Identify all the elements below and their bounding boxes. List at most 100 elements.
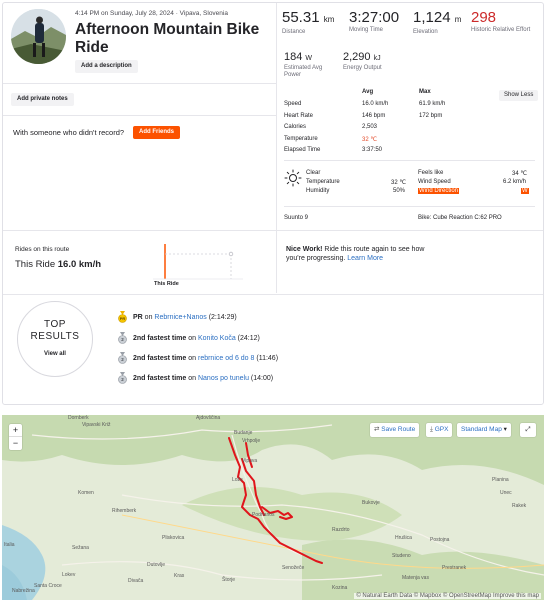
stat-relative-effort[interactable]: 298 Historic Relative Effort xyxy=(471,9,531,34)
row-label: Speed xyxy=(284,101,302,107)
learn-more-link[interactable]: Learn More xyxy=(347,255,383,262)
stat-value: 184 xyxy=(284,51,303,63)
show-less-button[interactable]: Show Less xyxy=(499,90,539,101)
add-friends-button[interactable]: Add Friends xyxy=(133,126,181,139)
map-label: Komen xyxy=(78,490,94,496)
segment-link[interactable]: Nanos po tunelu xyxy=(198,375,249,382)
this-ride-summary: This Ride 16.0 km/h xyxy=(15,259,101,270)
weather-wind-dir: W xyxy=(521,188,529,194)
save-route-button[interactable]: ⇄ Save Route xyxy=(370,423,420,437)
map-style-label: Standard Map xyxy=(461,426,502,433)
weather-feels: 34 ℃ xyxy=(512,171,528,177)
row-avg: 2,503 xyxy=(362,124,378,130)
row-label: Calories xyxy=(284,124,307,130)
stat-label: Distance xyxy=(282,29,306,35)
map-label: Vrhpolje xyxy=(242,438,261,444)
download-icon: ⤓ xyxy=(430,426,433,433)
badge-line2: RESULTS xyxy=(30,331,80,342)
activity-title[interactable]: Afternoon Mountain Bike Ride xyxy=(75,21,271,57)
expand-icon: ⤢ xyxy=(525,426,531,433)
chevron-down-icon: ▾ xyxy=(503,426,507,433)
svg-text:PR: PR xyxy=(120,316,126,321)
divider xyxy=(3,115,276,116)
athlete-photo xyxy=(11,9,66,64)
bike-name[interactable]: Bike: Cube Reaction C:62 PRO xyxy=(418,215,502,221)
table-row: Elapsed Time 3:37:50 xyxy=(284,147,544,159)
stat-unit: km xyxy=(323,15,335,24)
stat-value: 298 xyxy=(471,9,497,26)
map-label: Divača xyxy=(128,578,144,584)
zoom-out-button[interactable]: − xyxy=(9,437,22,450)
data-point xyxy=(228,251,234,257)
map-label: Kozina xyxy=(332,585,348,591)
stat-label: Historic Relative Effort xyxy=(471,27,531,33)
segment-link[interactable]: Konito Koča xyxy=(198,335,236,342)
stat-distance: 55.31 km Distance xyxy=(282,9,334,36)
table-row: Calories 2,503 xyxy=(284,124,544,136)
table-row: Speed 16.0 km/h 61.9 km/h xyxy=(284,101,544,113)
view-all-link[interactable]: View all xyxy=(17,351,93,357)
silver-medal-icon: 2 xyxy=(118,332,127,344)
column-divider xyxy=(276,3,277,293)
weather-temp-label: Temperature xyxy=(306,179,340,185)
zoom-in-button[interactable]: + xyxy=(9,424,22,437)
map-label: Unec xyxy=(500,490,512,496)
device-name: Suunto 9 xyxy=(284,215,309,221)
segment-link[interactable]: rebrnice od 6 do 8 xyxy=(198,355,254,362)
fullscreen-button[interactable]: ⤢ xyxy=(520,423,536,437)
map-label: Lokev xyxy=(62,572,76,578)
gpx-button[interactable]: ⤓ GPX xyxy=(426,423,453,437)
divider xyxy=(284,160,535,161)
map-style-dropdown[interactable]: Standard Map ▾ xyxy=(457,423,511,437)
chart-label: This Ride xyxy=(154,281,179,287)
nice-work-message: Nice Work! Ride this route again to see … xyxy=(286,245,426,263)
row-label: Temperature xyxy=(284,135,318,142)
map-label: Sežana xyxy=(72,545,89,551)
this-ride-label: This Ride xyxy=(15,259,56,270)
map-attribution[interactable]: © Natural Earth Data © Mapbox © OpenStre… xyxy=(354,593,541,599)
route-map[interactable]: Dornberk Ajdovščina Vipavski Križ Budanj… xyxy=(2,415,544,600)
map-canvas xyxy=(2,415,544,600)
map-label: Matenja vas xyxy=(402,575,429,581)
friends-prompt: With someone who didn't record? xyxy=(13,128,125,137)
divider xyxy=(3,83,276,84)
row-max: 172 bpm xyxy=(419,112,443,119)
map-label: Budanje xyxy=(234,430,253,436)
map-label: Razdrto xyxy=(332,527,350,533)
achievement-time: (11:46) xyxy=(254,355,279,362)
achievement-time: (24:12) xyxy=(235,335,260,342)
save-route-icon: ⇄ xyxy=(374,426,380,433)
achievement-type: 2nd fastest time xyxy=(133,375,187,382)
map-label: Hrušica xyxy=(395,535,412,541)
map-label: Ajdovščina xyxy=(196,415,221,421)
map-label: Vipava xyxy=(242,458,258,464)
add-description-button[interactable]: Add a description xyxy=(75,60,138,73)
achievement-time: (14:00) xyxy=(248,375,274,382)
map-label: Studeno xyxy=(392,553,411,559)
map-label: Dornberk xyxy=(68,415,89,421)
avatar[interactable] xyxy=(11,9,66,64)
stat-value: 55.31 xyxy=(282,9,320,26)
add-private-notes-button[interactable]: Add private notes xyxy=(11,93,74,106)
weather-humidity: 50% xyxy=(393,188,406,194)
map-label: Rihemberk xyxy=(112,508,137,514)
weather-condition: Clear xyxy=(306,170,321,176)
stat-energy: 2,290 kJ Energy Output xyxy=(343,51,382,72)
map-label: Rakek xyxy=(512,503,527,509)
stat-unit: m xyxy=(454,15,462,24)
stat-label: Estimated Avg Power xyxy=(284,65,323,78)
divider xyxy=(3,230,543,231)
achievement-type: 2nd fastest time xyxy=(133,355,187,362)
map-label: Štorje xyxy=(222,577,236,583)
map-label: Postojna xyxy=(430,537,450,543)
stat-unit: W xyxy=(305,55,313,62)
table-header-avg: Avg xyxy=(362,89,374,95)
activity-meta: 4:14 PM on Sunday, July 28, 2024 · Vipav… xyxy=(75,10,228,17)
map-label: Kras xyxy=(174,573,185,579)
stat-weighted-power: 184 W Estimated Avg Power xyxy=(284,51,339,79)
table-header-max: Max xyxy=(419,89,431,95)
achievement-joiner: on xyxy=(186,335,198,342)
map-label: Vipavski Križ xyxy=(82,422,111,428)
achievement-joiner: on xyxy=(186,375,198,382)
segment-link[interactable]: Rebrnice+Nanos xyxy=(154,314,206,321)
